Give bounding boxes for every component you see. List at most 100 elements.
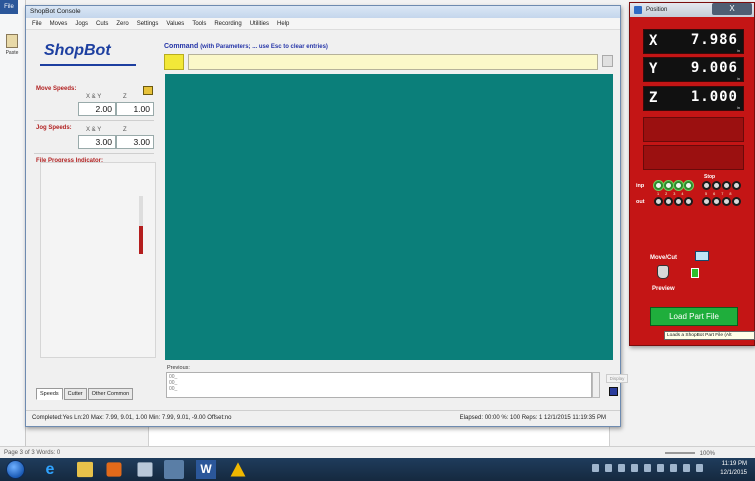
output-led-7[interactable] [722,197,731,206]
preview-label: Preview [652,286,675,292]
media-player-icon[interactable] [106,462,122,477]
display-button[interactable]: Display [606,374,628,383]
led-number: 5 [705,192,708,196]
output-led-5[interactable] [702,197,711,206]
document-app-icon[interactable] [137,462,153,477]
shopbot-app-icon[interactable] [164,460,184,479]
led-number: 1 [657,192,660,196]
tab-cutter[interactable]: Cutter [63,388,87,400]
word-icon[interactable]: W [196,460,216,479]
x-axis-letter: X [649,33,658,49]
preview-toggle-switch[interactable] [657,265,669,279]
tray-icon[interactable] [605,464,612,472]
menu-recording[interactable]: Recording [214,18,241,29]
menu-jogs[interactable]: Jogs [75,18,88,29]
close-icon[interactable]: X [712,3,752,15]
led-number: 6 [713,192,716,196]
previous-scrollbar[interactable] [592,372,600,398]
input-led-8 [732,181,741,190]
menu-values[interactable]: Values [166,18,184,29]
y-axis-readout: Y 9.006 in [643,57,744,82]
x-axis-value: 7.986 [690,32,738,48]
tray-icon[interactable] [657,464,664,472]
preview-status-light [691,268,699,278]
tray-icon[interactable] [618,464,625,472]
menu-tools[interactable]: Tools [192,18,206,29]
command-options-button[interactable] [602,55,613,67]
tray-icon[interactable] [670,464,677,472]
word-status-bar: Page 3 of 3 Words: 0 100% [0,446,755,458]
menu-utilities[interactable]: Utilities [250,18,269,29]
save-icon[interactable] [609,387,618,396]
command-indicator [164,54,184,70]
output-leds-5-8 [702,197,741,206]
input-led-numbers: 5 6 7 8 [705,192,732,196]
output-led-6[interactable] [712,197,721,206]
menu-settings[interactable]: Settings [137,18,159,29]
output-led-4[interactable] [684,197,693,206]
word-file-tab[interactable]: File [0,0,18,14]
previous-label: Previous: [167,365,190,371]
tray-icon[interactable] [592,464,599,472]
word-ribbon: File Paste [0,0,26,458]
network-icon[interactable] [644,464,651,472]
speeds-panel: ShopBot Move Speeds: X & Y Z 2.00 1.00 J… [30,36,156,400]
move-cut-button[interactable] [695,251,709,261]
move-xy-header: X & Y [86,94,102,100]
input-led-numbers: 1 2 3 4 [657,192,684,196]
jog-xy-header: X & Y [86,127,102,133]
file-progress-bar [139,196,143,254]
move-z-speed-field[interactable]: 1.00 [116,102,154,116]
input-led-5 [702,181,711,190]
empty-axis-slot [643,145,744,170]
edit-speeds-icon[interactable] [143,86,153,95]
jog-xy-speed-field[interactable]: 3.00 [78,135,116,149]
menu-cuts[interactable]: Cuts [96,18,108,29]
position-window: Position X X 7.986 in Y 9.006 in Z 1.000… [629,2,755,346]
tray-icon[interactable] [683,464,690,472]
shopbot-menu-bar: File Moves Jogs Cuts Zero Settings Value… [26,18,620,30]
command-header: Command (with Parameters; ... use Esc to… [164,43,328,50]
warning-app-icon[interactable] [230,462,246,477]
output-led-1[interactable] [654,197,663,206]
z-axis-letter: Z [649,90,658,106]
tray-icon[interactable] [631,464,638,472]
output-led-2[interactable] [664,197,673,206]
clipboard-icon [6,34,18,48]
z-axis-unit: in [736,105,740,110]
settings-tabs: Speeds Cutter Other Common [36,388,134,400]
previous-commands-list[interactable]: 00_ 00_ 00_ [166,372,592,398]
output-led-3[interactable] [674,197,683,206]
input-led-3 [674,181,683,190]
move-xy-speed-field[interactable]: 2.00 [78,102,116,116]
file-explorer-icon[interactable] [77,461,93,478]
output-led-8[interactable] [732,197,741,206]
load-part-file-tooltip: Loads a ShopBot Part File (Alt [664,331,755,340]
command-input[interactable] [188,54,598,70]
z-axis-value: 1.000 [690,89,738,105]
word-paste-button[interactable]: Paste [4,34,20,60]
y-axis-unit: in [736,76,740,81]
menu-zero[interactable]: Zero [116,18,128,29]
load-part-file-button[interactable]: Load Part File [650,307,738,326]
start-button[interactable] [6,460,25,479]
menu-file[interactable]: File [32,18,42,29]
shopbot-console-window: ShopBot Console File Moves Jogs Cuts Zer… [25,5,628,427]
word-zoom-slider[interactable] [665,452,695,454]
led-number: 4 [681,192,684,196]
menu-moves[interactable]: Moves [50,18,68,29]
tab-other-common[interactable]: Other Common [87,388,134,400]
menu-help[interactable]: Help [277,18,289,29]
internet-explorer-icon[interactable]: e [40,460,60,479]
taskbar-clock[interactable]: 11:19 PM 12/1/2015 [720,460,747,478]
console-output-area[interactable] [165,74,613,360]
x-axis-readout: X 7.986 in [643,29,744,54]
clock-date: 12/1/2015 [720,470,747,476]
status-elapsed-text: Elapsed: 00:00 %: 100 Reps: 1 12/1/2015 … [459,415,606,421]
jog-z-speed-field[interactable]: 3.00 [116,135,154,149]
input-led-2 [664,181,673,190]
tab-speeds[interactable]: Speeds [36,388,63,400]
previous-command-line[interactable]: 00_ [169,386,591,392]
volume-icon[interactable] [696,464,703,472]
input-leds-1-4 [654,181,693,190]
